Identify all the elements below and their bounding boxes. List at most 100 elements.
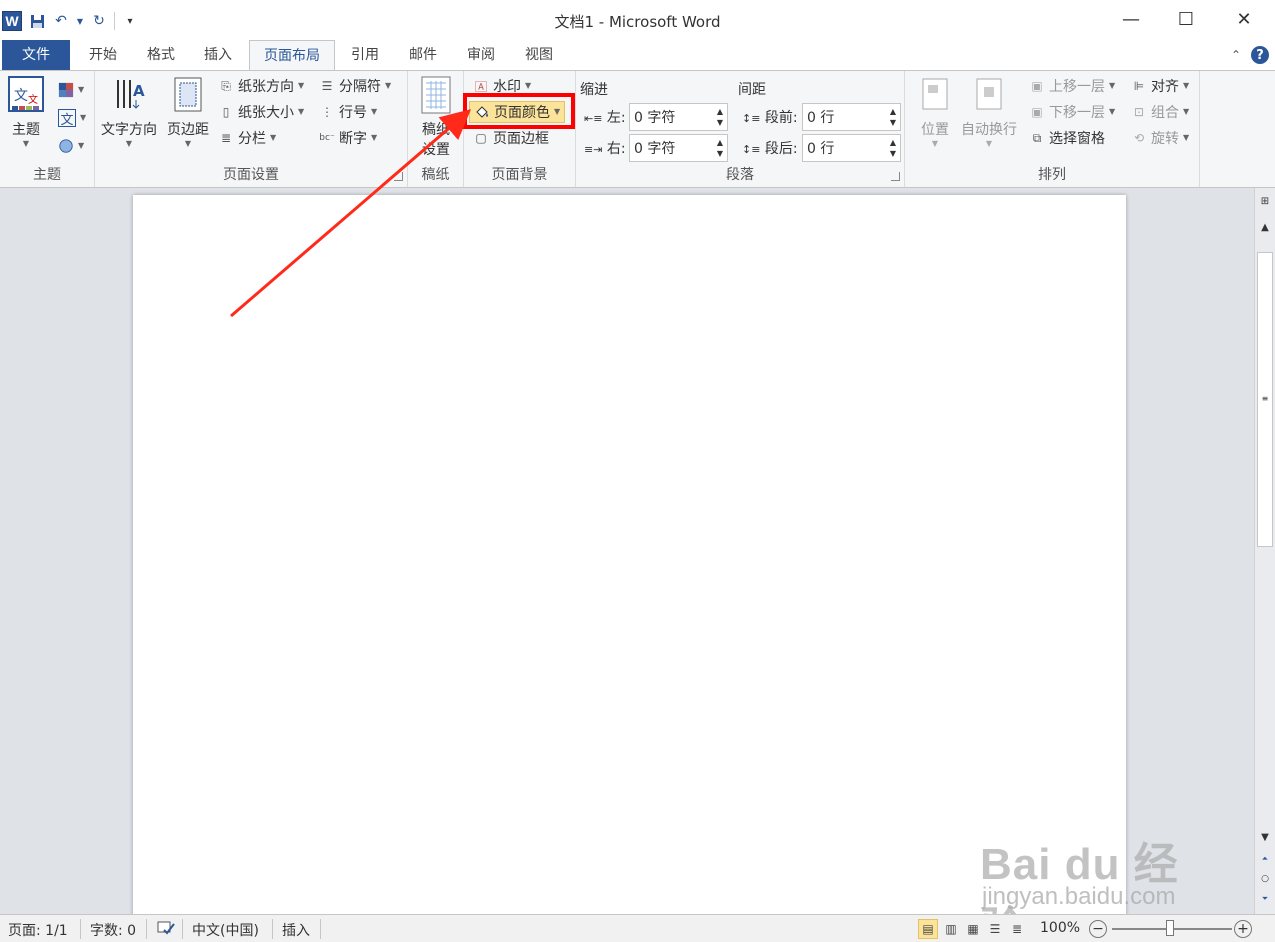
tab-view[interactable]: 视图: [514, 40, 564, 70]
themes-button[interactable]: 文文 主题 ▼: [8, 75, 44, 149]
scroll-up-icon[interactable]: ▲: [1255, 222, 1275, 233]
selection-pane-icon: ⧉: [1032, 130, 1042, 145]
indent-left-label: ⇤≡ 左:: [584, 107, 626, 127]
outline-view-icon[interactable]: ☰: [985, 919, 1005, 939]
position-button[interactable]: 位置 ▼: [917, 75, 953, 149]
rotate-icon: ⟲: [1133, 131, 1145, 145]
spinner-arrows-icon[interactable]: ▲ ▼: [890, 106, 896, 128]
zoom-level[interactable]: 100%: [1040, 920, 1080, 936]
spacing-before-icon: ↕≡: [742, 112, 761, 125]
chevron-down-icon: ▼: [298, 81, 305, 90]
language-indicator[interactable]: 中文(中国): [192, 920, 259, 940]
chevron-down-icon: ▼: [1183, 81, 1190, 90]
group-label-page-setup: 页面设置: [223, 167, 279, 183]
orientation-icon: ⎘: [221, 78, 231, 93]
chevron-down-icon: ▼: [371, 133, 378, 142]
help-icon[interactable]: ?: [1251, 46, 1269, 64]
indent-left-field[interactable]: 0 字符 ▲ ▼: [629, 103, 728, 131]
spinner-arrows-icon[interactable]: ▲ ▼: [890, 137, 896, 159]
spinner-arrows-icon[interactable]: ▲ ▼: [717, 137, 723, 159]
draft-view-icon[interactable]: ≣: [1007, 919, 1027, 939]
tab-review[interactable]: 审阅: [456, 40, 506, 70]
bring-forward-button[interactable]: ▣ 上移一层 ▼: [1029, 75, 1115, 97]
theme-effects-button[interactable]: ▼: [58, 135, 84, 157]
scroll-down-icon[interactable]: ▼: [1255, 832, 1275, 843]
tab-format[interactable]: 格式: [136, 40, 186, 70]
size-button[interactable]: ▯ 纸张大小 ▼: [218, 101, 304, 123]
rotate-button[interactable]: ⟲ 旋转 ▼: [1131, 127, 1189, 149]
tab-file[interactable]: 文件: [2, 40, 70, 70]
paragraph-launcher-icon[interactable]: [891, 172, 900, 181]
browse-object-icon[interactable]: ○: [1255, 874, 1275, 884]
group-objects-button[interactable]: ⊡ 组合 ▼: [1131, 101, 1189, 123]
page-borders-button[interactable]: ▢ 页面边框: [473, 127, 549, 149]
document-page[interactable]: [133, 195, 1126, 914]
word-count[interactable]: 字数: 0: [90, 920, 136, 940]
indent-right-field[interactable]: 0 字符 ▲ ▼: [629, 134, 728, 162]
minimize-button[interactable]: —: [1103, 4, 1159, 34]
previous-page-icon[interactable]: ⏶: [1255, 854, 1275, 864]
theme-effects-icon: [58, 138, 74, 154]
spacing-after-text: 段后:: [764, 141, 798, 157]
group-label-manuscript: 稿纸: [421, 167, 450, 183]
ruler-toggle-icon[interactable]: ⊞: [1255, 196, 1275, 207]
spacing-before-value: 0 行: [807, 110, 835, 126]
theme-colors-button[interactable]: ▼: [58, 79, 84, 101]
theme-fonts-icon: 文: [58, 109, 76, 128]
text-direction-button[interactable]: A 文字方向 ▼: [101, 75, 157, 149]
breaks-button[interactable]: ☰ 分隔符 ▼: [319, 75, 392, 97]
proofing-icon[interactable]: [156, 918, 176, 942]
group-label-arrange: 排列: [1038, 167, 1066, 183]
zoom-in-button[interactable]: +: [1234, 920, 1252, 938]
tab-home[interactable]: 开始: [78, 40, 128, 70]
chevron-down-icon: ▼: [1109, 81, 1116, 90]
spacing-before-field[interactable]: 0 行 ▲ ▼: [802, 103, 901, 131]
tab-insert[interactable]: 插入: [193, 40, 243, 70]
margins-button[interactable]: 页边距 ▼: [167, 75, 209, 149]
print-layout-view-icon[interactable]: ▤: [918, 919, 938, 939]
spinner-arrows-icon[interactable]: ▲ ▼: [717, 106, 723, 128]
tab-mailings[interactable]: 邮件: [398, 40, 448, 70]
breaks-label: 分隔符: [339, 79, 381, 95]
zoom-slider-thumb[interactable]: [1166, 920, 1174, 936]
spacing-after-value: 0 行: [807, 141, 835, 157]
next-page-icon[interactable]: ⏷: [1255, 894, 1275, 904]
maximize-button[interactable]: ☐: [1158, 4, 1214, 34]
insert-mode-indicator[interactable]: 插入: [282, 920, 310, 940]
vertical-scrollbar[interactable]: ⊞ ▲ ≡ ▼ ⏶ ○ ⏷: [1254, 188, 1275, 914]
tab-page-layout[interactable]: 页面布局: [249, 40, 335, 71]
indent-left-text: 左:: [606, 110, 626, 126]
line-numbers-button[interactable]: ⋮ 行号 ▼: [319, 101, 377, 123]
full-screen-reading-view-icon[interactable]: ▥: [941, 919, 961, 939]
close-button[interactable]: ✕: [1216, 4, 1272, 34]
hyphenation-button[interactable]: bc⁻ 断字 ▼: [319, 127, 377, 149]
orientation-label: 纸张方向: [238, 79, 294, 95]
wrap-text-button[interactable]: 自动换行 ▼: [961, 75, 1017, 149]
spacing-title: 间距: [738, 82, 766, 98]
spacing-after-icon: ↕≡: [742, 143, 761, 156]
document-canvas: [0, 188, 1254, 914]
spacing-after-field[interactable]: 0 行 ▲ ▼: [802, 134, 901, 162]
selection-pane-button[interactable]: ⧉ 选择窗格: [1029, 127, 1105, 149]
zoom-out-button[interactable]: −: [1089, 920, 1107, 938]
group-label-themes: 主题: [33, 167, 61, 183]
breaks-icon: ☰: [321, 79, 333, 93]
page-count[interactable]: 页面: 1/1: [8, 920, 68, 940]
collapse-ribbon-icon[interactable]: ⌃: [1231, 48, 1241, 62]
tab-references[interactable]: 引用: [340, 40, 390, 70]
ribbon-tabs: 文件 开始 格式 插入 页面布局 引用 邮件 审阅 视图 ⌃ ?: [0, 40, 1275, 71]
page-setup-launcher-icon[interactable]: [394, 172, 403, 181]
hyphenation-icon: bc⁻: [319, 133, 335, 143]
align-icon: ⊫: [1133, 79, 1145, 93]
send-backward-button[interactable]: ▣ 下移一层 ▼: [1029, 101, 1115, 123]
theme-fonts-button[interactable]: 文 ▼: [58, 107, 86, 129]
align-button[interactable]: ⊫ 对齐 ▼: [1131, 75, 1189, 97]
margins-label: 页边距: [167, 122, 209, 138]
web-layout-view-icon[interactable]: ▦: [963, 919, 983, 939]
manuscript-settings-button[interactable]: 稿纸 设置: [418, 75, 454, 159]
orientation-button[interactable]: ⎘ 纸张方向 ▼: [218, 75, 304, 97]
columns-button[interactable]: ≣ 分栏 ▼: [218, 127, 276, 149]
scroll-grip-icon: ≡: [1261, 394, 1269, 403]
bring-forward-icon: ▣: [1031, 79, 1043, 93]
columns-icon: ≣: [220, 131, 232, 145]
